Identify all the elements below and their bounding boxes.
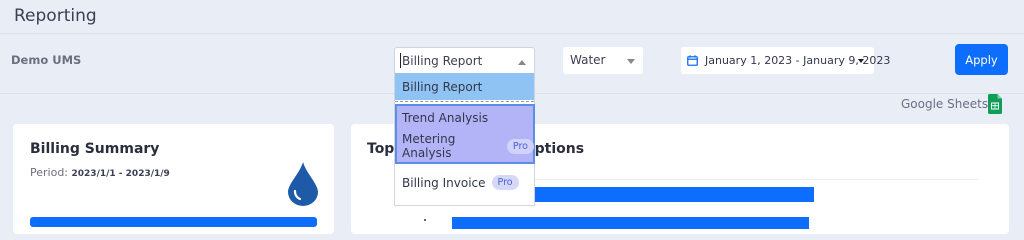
period-text: Period: 2023/1/1 - 2023/1/9: [30, 166, 170, 179]
date-range-picker[interactable]: January 1, 2023 - January 9, 2023: [681, 47, 890, 74]
report-option-billing-invoice[interactable]: Billing Invoice Pro: [395, 170, 534, 195]
card-title: Top options: [367, 141, 584, 157]
pro-badge: Pro: [491, 175, 519, 190]
option-label: Billing Report: [402, 79, 483, 94]
report-option-billing-report[interactable]: Billing Report: [395, 73, 534, 100]
calendar-icon: [687, 55, 698, 66]
divider: [0, 33, 1024, 34]
page-title: Reporting: [14, 6, 97, 26]
report-type-value: Billing Report: [402, 54, 483, 68]
organization-name: Demo UMS: [11, 53, 82, 67]
option-label: Trend Analysis: [402, 110, 489, 125]
dropdown-separator: [395, 101, 534, 102]
report-option-trend-analysis[interactable]: Trend Analysis: [395, 104, 534, 131]
card-title-start: Top: [367, 141, 395, 157]
option-label: Metering Analysis: [402, 132, 456, 160]
chevron-up-icon: [518, 60, 526, 65]
period-label: Period:: [30, 166, 69, 179]
report-type-select[interactable]: Billing Report: [394, 47, 535, 74]
utility-select[interactable]: Water: [563, 47, 643, 74]
caret-down-icon: [858, 59, 864, 63]
text-cursor: [400, 53, 401, 68]
option-label: Billing Invoice: [402, 175, 486, 190]
pro-badge: Pro: [506, 138, 534, 154]
utility-value: Water: [570, 53, 606, 67]
billing-summary-card: Billing Summary Period: 2023/1/1 - 2023/…: [13, 124, 334, 234]
report-option-metering-analysis[interactable]: Metering Analysis Pro: [395, 131, 534, 161]
water-drop-icon: [288, 162, 318, 206]
card-title: Billing Summary: [30, 141, 160, 157]
report-type-dropdown: Billing Report Trend Analysis Metering A…: [394, 73, 535, 206]
axis-tick: [424, 219, 426, 221]
chevron-down-icon: [627, 59, 635, 64]
period-value: 2023/1/1 - 2023/1/9: [71, 169, 170, 179]
summary-bar: [30, 217, 317, 227]
google-sheets-icon[interactable]: [988, 94, 1002, 114]
google-sheets-link[interactable]: Google Sheets: [901, 97, 988, 111]
chart-bar: [452, 217, 809, 229]
apply-button[interactable]: Apply: [955, 44, 1008, 75]
